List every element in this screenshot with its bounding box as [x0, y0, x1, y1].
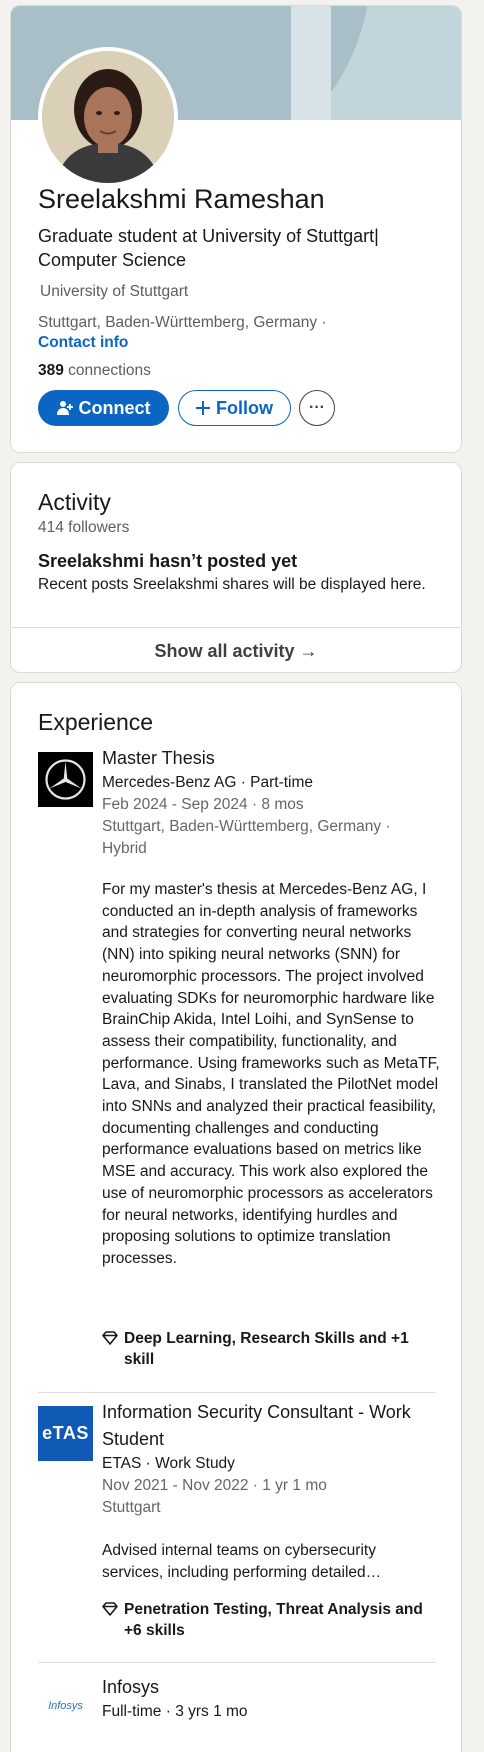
skills-text-2: Penetration Testing, Threat Analysis and… [124, 1601, 423, 1639]
plus-icon [196, 401, 210, 415]
divider [38, 1662, 436, 1663]
experience-description-2-line1: Advised internal teams on cybersecurity [102, 1542, 376, 1559]
no-posts-heading: Sreelakshmi hasn’t posted yet [38, 551, 298, 571]
ellipsis-icon: ··· [309, 399, 325, 416]
connections-label: connections [63, 362, 151, 379]
experience-company-1: Mercedes-Benz AG · Part-time [102, 774, 314, 791]
connections-count[interactable]: 389 connections [38, 362, 151, 380]
show-all-activity-button[interactable]: Show all activity → [11, 627, 461, 672]
follow-label: Follow [216, 397, 273, 418]
connect-label: Connect [78, 397, 151, 418]
experience-skills-2[interactable]: Penetration Testing, Threat Analysis and… [102, 1599, 442, 1641]
skill-diamond-icon [102, 1328, 124, 1370]
avatar[interactable] [38, 47, 178, 187]
mercedes-benz-logo[interactable] [38, 752, 93, 807]
experience-title-3[interactable]: Infosys [102, 1674, 442, 1701]
activity-card: Activity 414 followers Sreelakshmi hasn’… [10, 462, 462, 673]
experience-title: Experience [38, 709, 154, 735]
skill-diamond-icon [102, 1599, 124, 1641]
etas-logo[interactable]: eTAS [38, 1406, 93, 1461]
experience-skills-1[interactable]: Deep Learning, Research Skills and +1 sk… [102, 1328, 442, 1370]
profile-headline: Graduate student at University of Stuttg… [38, 226, 379, 270]
experience-description-1: For my master's thesis at Mercedes-Benz … [102, 881, 440, 1267]
divider [38, 1392, 436, 1393]
experience-title-1[interactable]: Master Thesis [102, 745, 442, 772]
activity-title: Activity [38, 489, 111, 515]
experience-location-1: Stuttgart, Baden-Württemberg, Germany · … [102, 818, 391, 857]
experience-title-2[interactable]: Information Security Consultant - Work S… [102, 1399, 442, 1453]
mercedes-benz-star-icon [45, 759, 86, 800]
follow-button[interactable]: Follow [178, 390, 291, 426]
add-person-icon [56, 401, 73, 415]
contact-info-link[interactable]: Contact info [38, 334, 128, 352]
skills-text-1: Deep Learning, Research Skills and +1 sk… [124, 1330, 409, 1368]
experience-dates-1: Feb 2024 - Sep 2024 · 8 mos [102, 796, 304, 813]
experience-dates-2: Nov 2021 - Nov 2022 · 1 yr 1 mo [102, 1477, 327, 1494]
profile-location: Stuttgart, Baden-Württemberg, Germany · [38, 314, 327, 331]
experience-description-2-line2[interactable]: services, including performing detailed… [102, 1562, 442, 1584]
experience-location-2: Stuttgart [102, 1499, 161, 1516]
no-posts-description: Recent posts Sreelakshmi shares will be … [38, 576, 426, 593]
more-options-button[interactable]: ··· [299, 390, 335, 426]
experience-company-3: Full-time · 3 yrs 1 mo [102, 1703, 248, 1720]
experience-company-2: ETAS · Work Study [102, 1455, 235, 1472]
experience-card: Experience Master Thesis Mercedes-Benz A… [10, 682, 462, 1752]
connect-button[interactable]: Connect [38, 390, 169, 426]
followers-count: 414 followers [38, 519, 130, 536]
connections-number: 389 [38, 362, 64, 379]
infosys-logo[interactable]: Infosys [38, 1678, 93, 1733]
profile-school[interactable]: University of Stuttgart [40, 283, 188, 301]
profile-name: Sreelakshmi Rameshan [38, 184, 325, 214]
profile-card: Sreelakshmi Rameshan Graduate student at… [10, 5, 462, 453]
